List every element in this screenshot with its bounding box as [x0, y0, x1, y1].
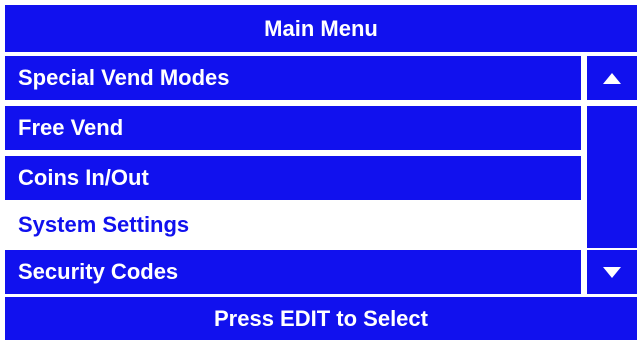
page-title: Main Menu: [5, 5, 637, 52]
status-footer: Press EDIT to Select: [5, 297, 637, 340]
triangle-down-icon: [603, 266, 621, 278]
scrollbar-track[interactable]: [587, 106, 637, 248]
triangle-up-icon: [603, 72, 621, 84]
menu-item-label: Security Codes: [18, 259, 179, 284]
scroll-down-button[interactable]: [587, 250, 637, 294]
menu-item-security-codes[interactable]: Security Codes: [5, 250, 581, 294]
menu-item-special-vend-modes[interactable]: Special Vend Modes: [5, 56, 581, 100]
page-title-text: Main Menu: [264, 15, 378, 41]
menu-item-label: Coins In/Out: [18, 165, 149, 190]
menu-item-label: Free Vend: [18, 115, 124, 140]
menu-item-label: System Settings: [18, 211, 190, 237]
scroll-up-button[interactable]: [587, 56, 637, 100]
menu-item-free-vend[interactable]: Free Vend: [5, 106, 581, 150]
menu-item-label: Special Vend Modes: [18, 65, 230, 90]
footer-instruction: Press EDIT to Select: [214, 305, 428, 331]
menu-item-system-settings-selected[interactable]: System Settings: [5, 201, 581, 248]
menu-item-coins-in-out[interactable]: Coins In/Out: [5, 156, 581, 200]
